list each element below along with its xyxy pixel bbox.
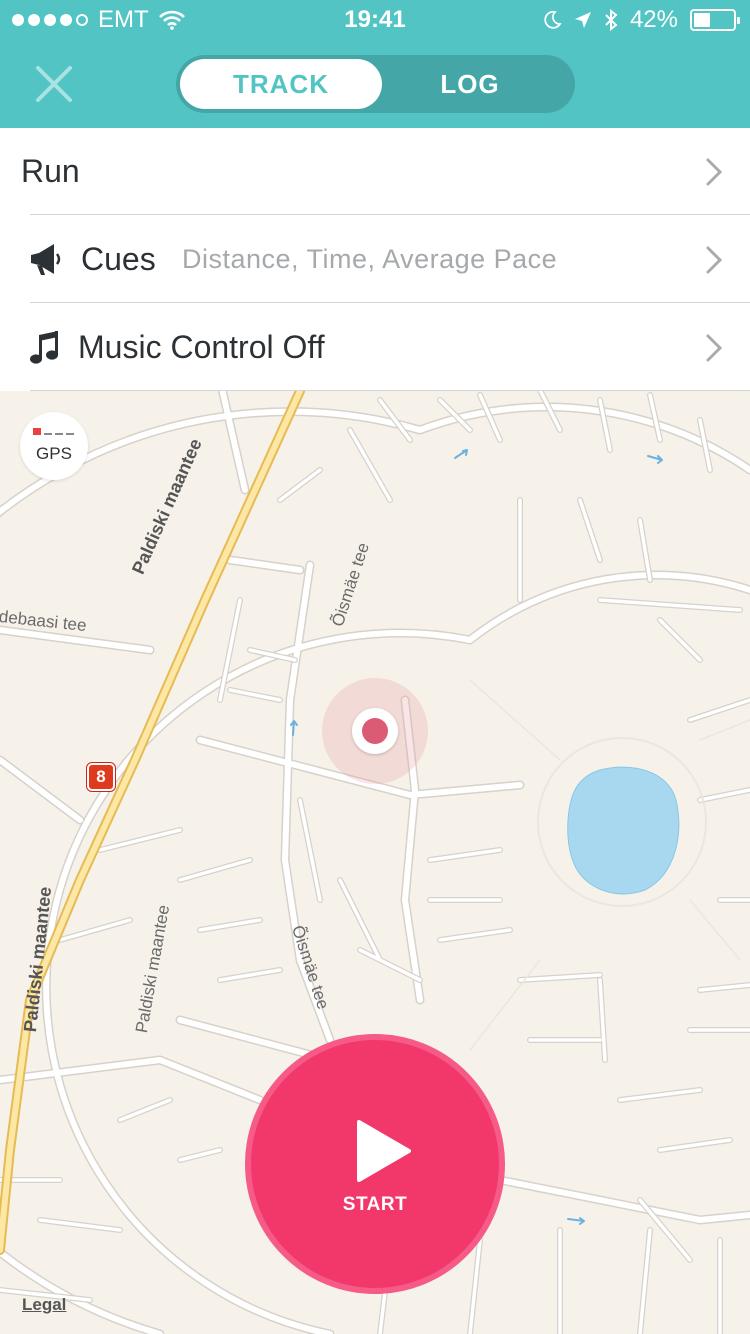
- location-arrow-icon: [574, 12, 591, 28]
- bluetooth-icon: [605, 9, 618, 31]
- close-x-icon[interactable]: [34, 64, 74, 104]
- start-button[interactable]: START: [245, 1034, 505, 1294]
- start-label: START: [342, 1194, 408, 1215]
- app-header: EMT 19:41 42% TRACK LOG: [0, 0, 750, 128]
- chevron-right-icon: [706, 334, 723, 362]
- play-icon: [357, 1120, 411, 1182]
- cues-row[interactable]: Cues Distance, Time, Average Pace: [0, 216, 750, 303]
- gps-status-button[interactable]: GPS: [20, 412, 88, 480]
- status-bar: EMT 19:41 42%: [0, 0, 750, 40]
- lake: [567, 766, 680, 895]
- activity-type-label: Run: [21, 153, 80, 189]
- tab-track[interactable]: TRACK: [180, 59, 382, 109]
- battery-icon: [690, 9, 740, 31]
- music-control-row[interactable]: Music Control Off: [0, 304, 750, 391]
- legal-link[interactable]: Legal: [22, 1295, 66, 1315]
- tab-log[interactable]: LOG: [369, 59, 571, 109]
- workout-settings-list: Run Cues Distance, Time, Average Pace Mu…: [0, 128, 750, 391]
- music-control-label: Music Control Off: [78, 329, 325, 365]
- battery-percent: 42%: [629, 6, 678, 33]
- chevron-right-icon: [706, 158, 723, 186]
- music-note-icon: [30, 331, 58, 364]
- gps-label: GPS: [36, 444, 72, 463]
- track-log-switch: TRACK LOG: [176, 55, 575, 113]
- cues-value: Distance, Time, Average Pace: [182, 244, 558, 274]
- cues-label: Cues: [81, 241, 156, 277]
- moon-icon: [544, 10, 562, 29]
- activity-type-row[interactable]: Run: [0, 128, 750, 215]
- route-number-badge: 8: [87, 763, 115, 791]
- gps-signal-icon: [33, 428, 74, 435]
- chevron-right-icon: [706, 246, 723, 274]
- current-location-marker: [352, 708, 398, 754]
- megaphone-icon: [31, 244, 61, 275]
- battery-fill: [694, 13, 710, 27]
